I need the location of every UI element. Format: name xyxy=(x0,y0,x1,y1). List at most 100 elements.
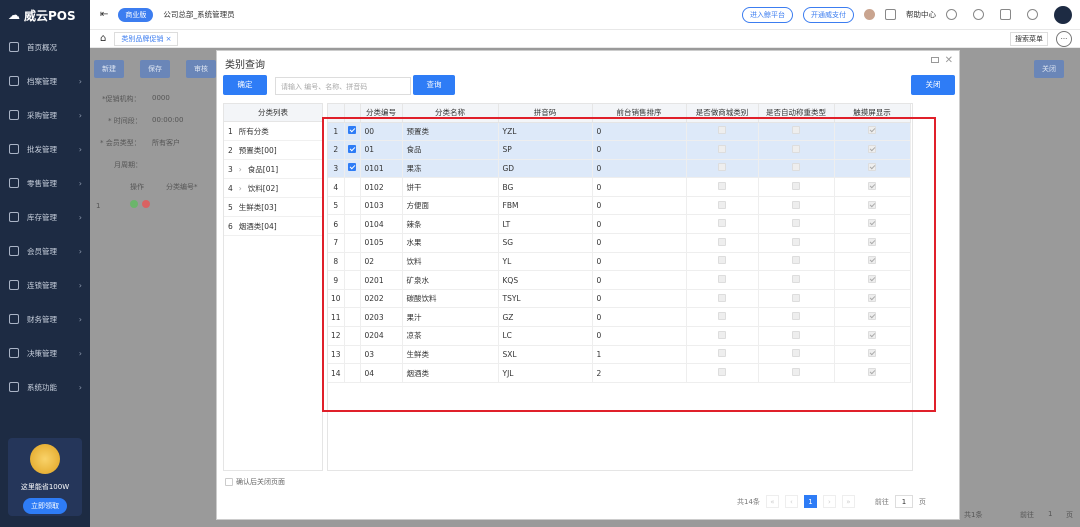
current-user: 公司总部_系统管理员 xyxy=(163,10,235,19)
search-menu-button[interactable]: 搜索菜单 xyxy=(1010,31,1048,46)
org-value: 0000 xyxy=(152,94,170,102)
chevron-right-icon: › xyxy=(78,144,82,154)
month-cycle-label: 月周期： xyxy=(114,161,142,169)
menu-icon xyxy=(9,246,19,256)
chevron-right-icon: › xyxy=(78,178,82,188)
audit-button[interactable]: 审核 xyxy=(186,60,216,78)
menu-icon xyxy=(9,76,19,86)
chevron-right-icon: › xyxy=(78,246,82,256)
prev-page-button[interactable]: ‹ xyxy=(784,495,798,508)
expand-arrow-icon[interactable]: › xyxy=(239,165,242,174)
sidebar-item[interactable]: 决策管理 › xyxy=(0,336,90,370)
sidebar-item[interactable]: 库存管理 › xyxy=(0,200,90,234)
user-avatar[interactable] xyxy=(864,9,875,20)
chevron-right-icon: › xyxy=(78,110,82,120)
chevron-right-icon: › xyxy=(78,280,82,290)
goto-page-input[interactable]: 1 xyxy=(894,495,913,508)
category-name: 所有分类 xyxy=(238,126,269,136)
cloud-avatar-icon[interactable] xyxy=(1054,5,1072,24)
sidebar-item[interactable]: 批发管理 › xyxy=(0,132,90,166)
category-name: 烟酒类[04] xyxy=(238,221,277,231)
sidebar-item-label: 会员管理 xyxy=(27,246,57,256)
category-tree-item[interactable]: 1 所有分类 xyxy=(224,122,322,141)
tab-bar: ⌂ 类别品牌促销 × 搜索菜单 ··· xyxy=(90,30,1080,48)
sidebar-item-label: 库存管理 xyxy=(27,212,57,222)
category-index: 6 xyxy=(228,221,233,231)
highlight-annotation xyxy=(322,117,936,412)
sidebar-item[interactable]: 采购管理 › xyxy=(0,98,90,132)
bell-icon[interactable] xyxy=(973,9,984,20)
sidebar-item[interactable]: 档案管理 › xyxy=(0,64,90,98)
query-button[interactable]: 查询 xyxy=(413,75,455,95)
page-1-button[interactable]: 1 xyxy=(803,495,817,508)
search-input[interactable]: 请输入 编号、名称、拼音码 xyxy=(275,77,411,95)
sidebar-item[interactable]: 财务管理 › xyxy=(0,302,90,336)
menu-collapse-icon[interactable]: ⇤ xyxy=(100,9,108,20)
category-list-header: 分类列表 xyxy=(224,104,322,122)
menu-icon xyxy=(9,382,19,392)
sidebar-item[interactable]: 系统功能 › xyxy=(0,370,90,404)
promo-banner[interactable]: 这里能省100W 立即领取 xyxy=(8,438,82,516)
op-header: 操作 xyxy=(130,183,144,191)
sidebar-item[interactable]: 会员管理 › xyxy=(0,234,90,268)
total-count: 共14条 xyxy=(737,497,760,506)
menu-icon xyxy=(9,348,19,358)
menu-icon xyxy=(9,144,19,154)
edition-badge: 商业版 xyxy=(118,7,154,22)
open-pay-button[interactable]: 开通威支付 xyxy=(803,6,854,23)
category-tree-item[interactable]: 4 › 饮料[02] xyxy=(224,179,322,198)
new-button[interactable]: 新建 xyxy=(94,60,124,78)
lock-icon[interactable] xyxy=(1000,9,1011,20)
delete-row-icon[interactable] xyxy=(142,200,150,208)
first-page-button[interactable]: « xyxy=(765,495,779,508)
category-name: 饮料[02] xyxy=(247,183,279,193)
close-icon[interactable]: ✕ xyxy=(945,55,953,66)
promo-claim-button[interactable]: 立即领取 xyxy=(23,498,67,514)
dialog-title: 类别查询 xyxy=(225,60,265,71)
chevron-right-icon: › xyxy=(78,212,82,222)
add-row-icon[interactable] xyxy=(130,200,138,208)
dialog-close-button[interactable]: 关闭 xyxy=(911,75,955,95)
chevron-right-icon: › xyxy=(78,382,82,392)
expand-arrow-icon[interactable]: › xyxy=(239,184,242,193)
close-after-confirm-option[interactable]: 确认后关闭页面 xyxy=(225,477,285,487)
next-page-button[interactable]: › xyxy=(822,495,836,508)
page-unit: 页 xyxy=(918,497,926,506)
last-page-button[interactable]: » xyxy=(841,495,855,508)
sidebar-item[interactable]: 零售管理 › xyxy=(0,166,90,200)
info-icon[interactable] xyxy=(946,9,957,20)
category-tree-item[interactable]: 6 烟酒类[04] xyxy=(224,217,322,236)
sidebar-item-label: 连锁管理 xyxy=(27,280,57,290)
more-icon[interactable]: ··· xyxy=(1056,30,1072,47)
home-icon[interactable]: ⌂ xyxy=(100,33,106,44)
chevron-right-icon: › xyxy=(78,314,82,324)
menu-icon xyxy=(9,110,19,120)
sidebar-item[interactable]: 连锁管理 › xyxy=(0,268,90,302)
category-tree-item[interactable]: 3 › 食品[01] xyxy=(224,160,322,179)
menu-icon xyxy=(9,42,19,52)
category-name: 食品[01] xyxy=(247,164,279,174)
close-after-checkbox[interactable] xyxy=(225,478,233,486)
save-button[interactable]: 保存 xyxy=(140,60,170,78)
sidebar-item-label: 首页概况 xyxy=(27,42,57,52)
enter-platform-button[interactable]: 进入鲸平台 xyxy=(742,6,793,23)
help-icon[interactable] xyxy=(885,9,896,20)
bg-page-unit: 页 xyxy=(1066,511,1073,519)
category-index: 2 xyxy=(228,145,233,155)
sidebar-item-label: 档案管理 xyxy=(27,76,57,86)
bg-close-button[interactable]: 关闭 xyxy=(1034,60,1064,78)
category-tree-item[interactable]: 2 预置类[00] xyxy=(224,141,322,160)
sidebar-item-label: 零售管理 xyxy=(27,178,57,188)
category-tree-item[interactable]: 5 生鲜类[03] xyxy=(224,198,322,217)
cloud-icon: ☁ xyxy=(8,8,20,22)
minimize-icon[interactable] xyxy=(931,57,939,63)
tab-category-brand-promo[interactable]: 类别品牌促销 × xyxy=(114,31,179,46)
help-center-link[interactable]: 帮助中心 xyxy=(906,9,936,20)
menu-icon xyxy=(9,280,19,290)
confirm-button[interactable]: 确定 xyxy=(223,75,267,95)
sidebar-item[interactable]: 首页概况 xyxy=(0,30,90,64)
goto-label: 前往 xyxy=(874,497,889,506)
bg-page-input[interactable]: 1 xyxy=(1048,510,1052,518)
coin-icon xyxy=(30,444,60,474)
power-icon[interactable] xyxy=(1027,9,1038,20)
